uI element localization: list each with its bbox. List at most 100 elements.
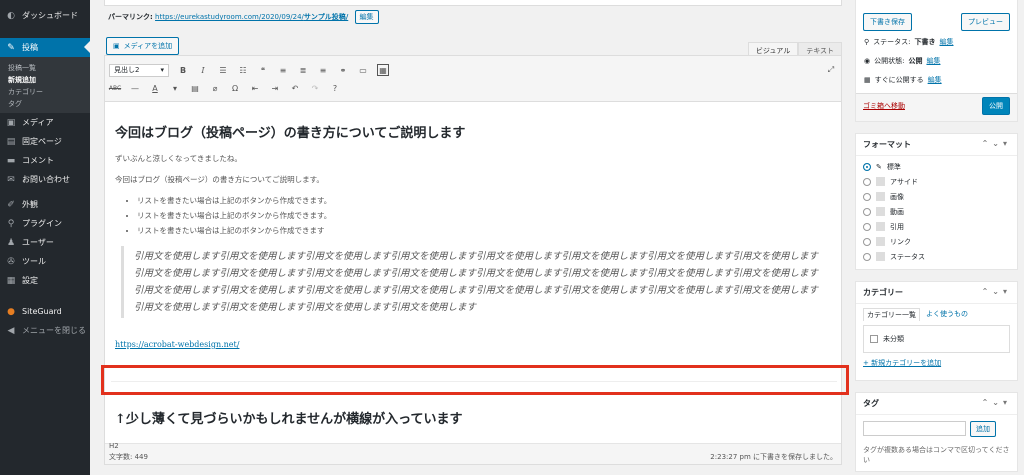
link-icon[interactable]: ⚭ bbox=[337, 64, 349, 76]
clear-format-icon[interactable]: ⌀ bbox=[209, 82, 221, 94]
align-right-icon[interactable]: ≡ bbox=[317, 64, 329, 76]
toolbar-toggle-icon[interactable]: ▦ bbox=[377, 64, 389, 76]
permalink-url[interactable]: https://eurekastudyroom.com/2020/09/24/サ… bbox=[155, 13, 348, 21]
add-tag-button[interactable]: 追加 bbox=[970, 421, 996, 437]
strikethrough-icon[interactable]: ABC bbox=[109, 82, 121, 94]
tab-popular-categories[interactable]: よく使うもの bbox=[926, 308, 968, 321]
sidebar-item-tools[interactable]: ✇ ツール bbox=[0, 252, 90, 271]
user-icon: ♟ bbox=[6, 237, 16, 248]
help-icon[interactable]: ? bbox=[329, 82, 341, 94]
paragraph-1: ずいぶんと涼しくなってきましたね。 bbox=[115, 154, 242, 163]
horizontal-line-icon[interactable]: — bbox=[129, 82, 141, 94]
aside-icon bbox=[876, 177, 885, 186]
video-icon bbox=[876, 207, 885, 216]
submenu-add-new[interactable]: 新規追加 bbox=[0, 73, 90, 85]
publish-button[interactable]: 公開 bbox=[982, 97, 1010, 115]
schedule-row: ▦ すぐに公開する 編集 bbox=[864, 75, 942, 85]
page-icon: ▤ bbox=[6, 136, 16, 147]
sidebar-item-users[interactable]: ♟ ユーザー bbox=[0, 233, 90, 252]
editor-content[interactable]: 今回はブログ（投稿ページ）の書き方についてご説明します ずいぶんと涼しくなってき… bbox=[101, 102, 849, 448]
read-more-icon[interactable]: ▭ bbox=[357, 64, 369, 76]
tag-input[interactable] bbox=[863, 421, 966, 436]
link-icon bbox=[876, 237, 885, 246]
sidebar-item-contact[interactable]: ✉ お問い合わせ bbox=[0, 170, 90, 189]
sidebar-item-pages[interactable]: ▤ 固定ページ bbox=[0, 132, 90, 151]
format-option-video[interactable]: 動画 bbox=[856, 204, 1017, 219]
collapse-menu-button[interactable]: ◀ メニューを閉じる bbox=[0, 321, 90, 340]
list-item: リストを書きたい場合は上記のボタンから作成できます。 bbox=[137, 210, 831, 221]
category-checkbox[interactable] bbox=[870, 335, 878, 343]
format-option-standard[interactable]: ✎ 標準 bbox=[856, 159, 1017, 174]
sidebar-item-appearance[interactable]: ✐ 外観 bbox=[0, 195, 90, 214]
tag-box: タグ ⌃⌄▾ 追加 タグが複数ある場合はコンマで区切ってください bbox=[855, 392, 1018, 472]
comment-icon: ▬ bbox=[6, 155, 16, 166]
eye-icon: ◉ bbox=[864, 57, 871, 65]
chevron-down-icon[interactable]: ▾ bbox=[169, 82, 181, 94]
dashboard-icon: ◐ bbox=[7, 10, 15, 21]
format-option-quote[interactable]: 引用 bbox=[856, 219, 1017, 234]
numbered-list-icon[interactable]: ☷ bbox=[237, 64, 249, 76]
preview-button[interactable]: プレビュー bbox=[961, 13, 1010, 31]
autosave-status: 2:23:27 pm に下書きを保存しました。 bbox=[710, 453, 837, 461]
indent-icon[interactable]: ⇥ bbox=[269, 82, 281, 94]
redo-icon[interactable]: ↷ bbox=[309, 82, 321, 94]
add-media-button[interactable]: ▣ メディアを追加 bbox=[106, 37, 180, 55]
sidebar-item-media[interactable]: ▣ メディア bbox=[0, 113, 90, 132]
format-option-status[interactable]: ステータス bbox=[856, 249, 1017, 264]
sidebar-item-siteguard[interactable]: ● SiteGuard bbox=[0, 302, 90, 321]
sidebar-item-plugins[interactable]: ⚲ プラグイン bbox=[0, 214, 90, 233]
submenu-tags[interactable]: タグ bbox=[0, 97, 90, 109]
box-controls-icon: ⌃⌄▾ bbox=[981, 287, 1011, 296]
submenu-categories[interactable]: カテゴリー bbox=[0, 85, 90, 97]
format-select[interactable]: 見出し2 ▾ bbox=[109, 63, 169, 77]
visibility-edit-link[interactable]: 編集 bbox=[926, 56, 940, 66]
italic-icon[interactable]: I bbox=[197, 64, 209, 76]
title-field[interactable] bbox=[104, 0, 842, 6]
permalink-edit-button[interactable]: 編集 bbox=[354, 10, 379, 24]
admin-sidebar: ◐ ダッシュボード ✎ 投稿 投稿一覧 新規追加 カテゴリー タグ ▣ メディア ▤ 固… bbox=[0, 0, 90, 475]
sidebar-item-comments[interactable]: ▬ コメント bbox=[0, 151, 90, 170]
pin-icon: ⚲ bbox=[864, 38, 870, 46]
align-center-icon[interactable]: ≣ bbox=[297, 64, 309, 76]
element-path[interactable]: H2 bbox=[109, 442, 119, 450]
fullscreen-icon[interactable]: ⤢ bbox=[825, 64, 837, 76]
heading-1: 今回はブログ（投稿ページ）の書き方についてご説明します bbox=[115, 126, 466, 141]
category-box: カテゴリー ⌃⌄▾ カテゴリー一覧 よく使うもの 未分類 + 新規カテゴリーを追加 bbox=[855, 281, 1018, 381]
special-char-icon[interactable]: Ω bbox=[229, 82, 241, 94]
outdent-icon[interactable]: ⇤ bbox=[249, 82, 261, 94]
save-draft-button[interactable]: 下書き保存 bbox=[863, 13, 912, 31]
format-option-aside[interactable]: アサイド bbox=[856, 174, 1017, 189]
schedule-edit-link[interactable]: 編集 bbox=[928, 75, 942, 85]
highlight-box bbox=[101, 365, 849, 395]
quote-icon bbox=[876, 222, 885, 231]
undo-icon[interactable]: ↶ bbox=[289, 82, 301, 94]
format-box-header[interactable]: フォーマット ⌃⌄▾ bbox=[856, 134, 1017, 156]
trash-link[interactable]: ゴミ箱へ移動 bbox=[863, 101, 905, 111]
box-controls-icon: ⌃⌄▾ bbox=[981, 139, 1011, 148]
category-box-header[interactable]: カテゴリー ⌃⌄▾ bbox=[856, 282, 1017, 304]
editor-toolbar: 見出し2 ▾ B I ☰ ☷ ❝ ≡ ≣ ≡ ⚭ ▭ ▦ ⤢ ABC — A ▾ … bbox=[105, 56, 841, 102]
sidebar-item-settings[interactable]: ▦ 設定 bbox=[0, 271, 90, 290]
blockquote-icon[interactable]: ❝ bbox=[257, 64, 269, 76]
permalink: パーマリンク: https://eurekastudyroom.com/2020… bbox=[108, 10, 379, 24]
tag-box-header[interactable]: タグ ⌃⌄▾ bbox=[856, 393, 1017, 415]
content-link[interactable]: https://acrobat-webdesign.net/ bbox=[115, 340, 239, 349]
bullet-list: リストを書きたい場合は上記のボタンから作成できます。 リストを書きたい場合は上記… bbox=[115, 195, 831, 236]
sidebar-item-posts[interactable]: ✎ 投稿 bbox=[0, 38, 90, 57]
add-category-link[interactable]: + 新規カテゴリーを追加 bbox=[863, 358, 941, 368]
align-left-icon[interactable]: ≡ bbox=[277, 64, 289, 76]
status-edit-link[interactable]: 編集 bbox=[940, 37, 954, 47]
format-option-image[interactable]: 画像 bbox=[856, 189, 1017, 204]
submenu-all-posts[interactable]: 投稿一覧 bbox=[0, 61, 90, 73]
status-row: ⚲ ステータス: 下書き 編集 bbox=[864, 37, 954, 47]
format-option-link[interactable]: リンク bbox=[856, 234, 1017, 249]
tag-hint: タグが複数ある場合はコンマで区切ってください bbox=[863, 446, 1010, 464]
media-icon: ▣ bbox=[113, 42, 120, 50]
sidebar-item-dashboard[interactable]: ◐ ダッシュボード bbox=[0, 6, 90, 25]
text-color-icon[interactable]: A bbox=[149, 82, 161, 94]
tab-all-categories[interactable]: カテゴリー一覧 bbox=[863, 308, 920, 321]
calendar-icon: ▦ bbox=[864, 76, 871, 84]
paste-text-icon[interactable]: ▤ bbox=[189, 82, 201, 94]
bullet-list-icon[interactable]: ☰ bbox=[217, 64, 229, 76]
bold-icon[interactable]: B bbox=[177, 64, 189, 76]
